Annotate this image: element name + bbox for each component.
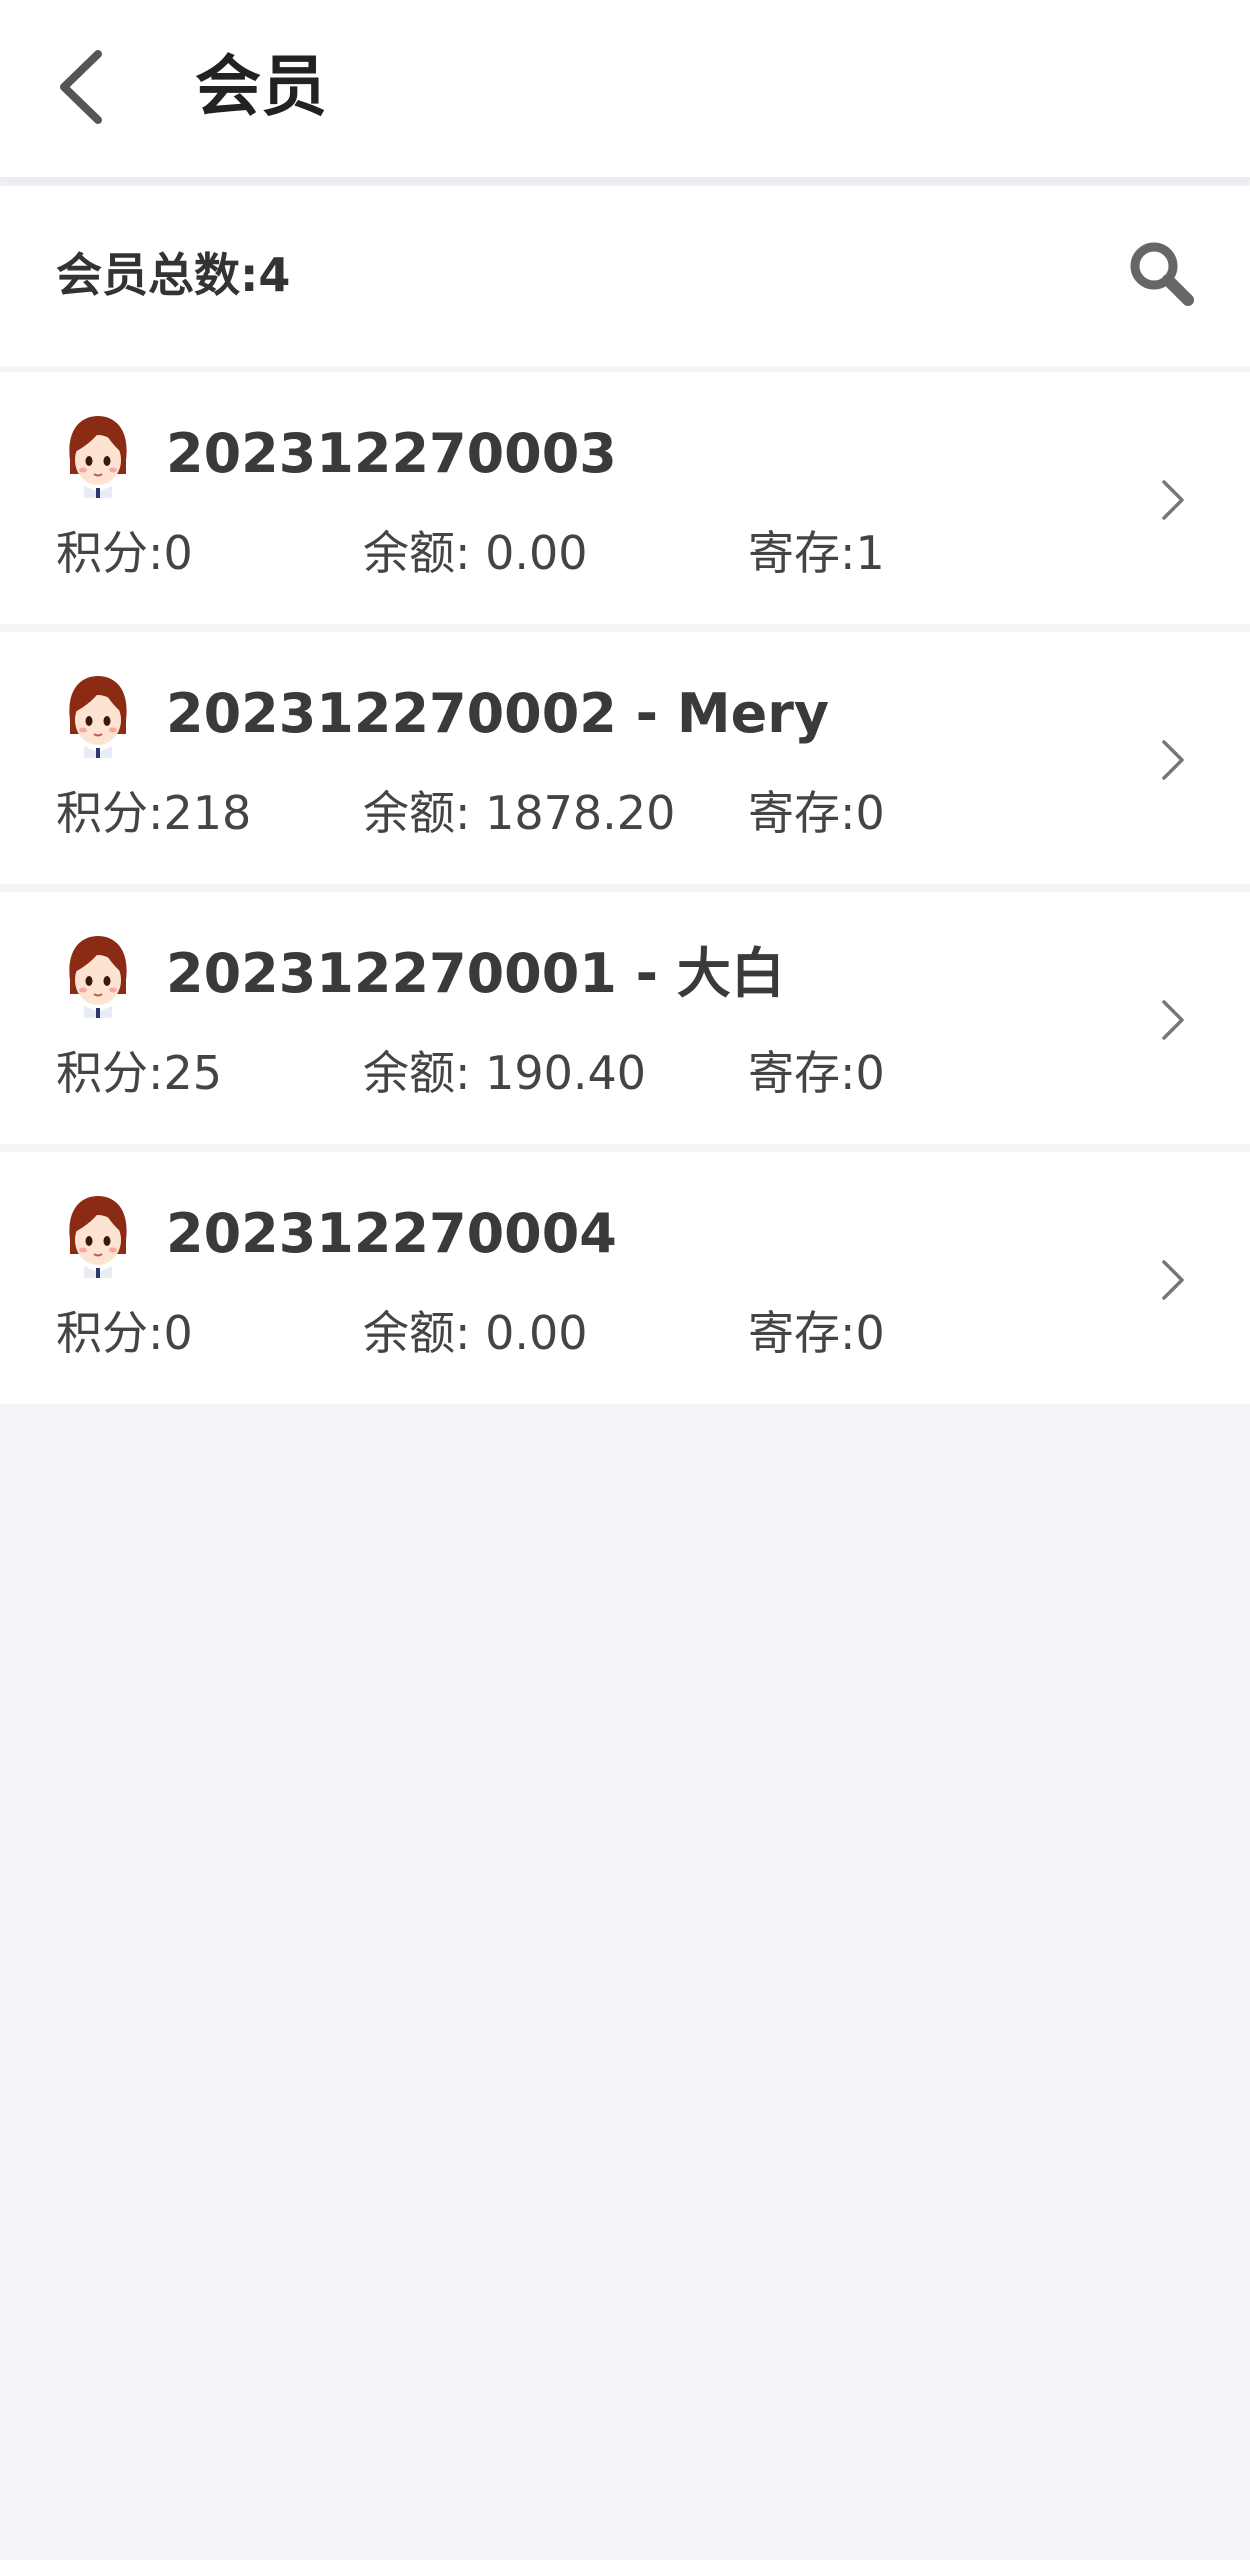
member-total-count: 会员总数:4 — [56, 248, 291, 302]
avatar-icon — [69, 416, 127, 498]
member-name: 202312270002 - Mery — [166, 682, 830, 745]
member-name: 202312270003 — [166, 422, 617, 485]
member-storage: 寄存:0 — [748, 1046, 885, 1100]
member-list-item[interactable]: 202312270003 积分:0 余额: 0.00 寄存:1 — [0, 372, 1250, 624]
search-icon[interactable] — [1126, 238, 1196, 308]
member-balance: 余额: 190.40 — [363, 1046, 647, 1100]
avatar-icon — [69, 1196, 127, 1278]
member-list-item[interactable]: 202312270001 - 大白 积分:25 余额: 190.40 寄存:0 — [0, 892, 1250, 1144]
member-points: 积分:0 — [56, 526, 193, 580]
member-name: 202312270001 - 大白 — [166, 942, 785, 1005]
chevron-right-icon — [1162, 480, 1184, 520]
member-list-item[interactable]: 202312270002 - Mery 积分:218 余额: 1878.20 寄… — [0, 632, 1250, 884]
member-points: 积分:0 — [56, 1306, 193, 1360]
back-arrow-icon[interactable] — [48, 42, 118, 132]
member-points: 积分:25 — [56, 1046, 223, 1100]
chevron-right-icon — [1162, 1000, 1184, 1040]
member-balance: 余额: 1878.20 — [363, 786, 676, 840]
member-name: 202312270004 — [166, 1202, 617, 1265]
member-points: 积分:218 — [56, 786, 252, 840]
page-title: 会员 — [195, 48, 327, 125]
member-summary-bar: 会员总数:4 — [0, 186, 1250, 366]
chevron-right-icon — [1162, 740, 1184, 780]
member-balance: 余额: 0.00 — [363, 1306, 588, 1360]
member-storage: 寄存:1 — [748, 526, 885, 580]
member-balance: 余额: 0.00 — [363, 526, 588, 580]
member-storage: 寄存:0 — [748, 1306, 885, 1360]
avatar-icon — [69, 936, 127, 1018]
member-list-item[interactable]: 202312270004 积分:0 余额: 0.00 寄存:0 — [0, 1152, 1250, 1404]
app-header: 会员 — [0, 0, 1250, 180]
chevron-right-icon — [1162, 1260, 1184, 1300]
member-storage: 寄存:0 — [748, 786, 885, 840]
avatar-icon — [69, 676, 127, 758]
